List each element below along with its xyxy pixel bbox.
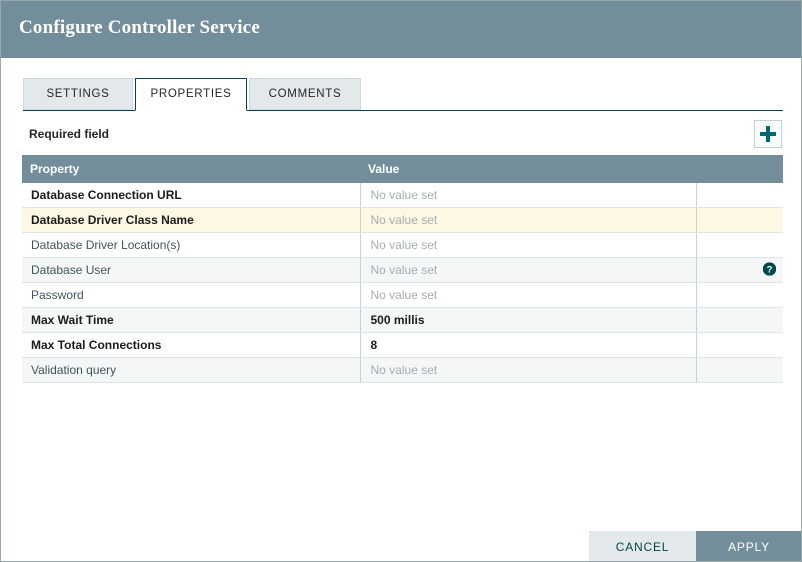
value-cell[interactable]: No value set [360,183,696,208]
property-cell: Database User? [22,258,360,283]
property-cell: Password? [22,283,360,308]
property-value: No value set [361,288,696,302]
tab-bar: SETTINGS PROPERTIES COMMENTS [23,78,783,111]
value-cell[interactable]: 500 millis [360,308,696,333]
property-value: No value set [361,188,696,202]
column-header-property: Property [22,155,360,183]
property-cell: Database Driver Class Name? [22,208,360,233]
column-header-value: Value [360,155,696,183]
value-cell[interactable]: No value set [360,233,696,258]
row-actions-cell [696,308,783,333]
table-row[interactable]: Database Connection URL?No value set [22,183,783,208]
property-name: Max Wait Time [22,313,360,327]
property-cell: Database Connection URL? [22,183,360,208]
property-value: No value set [361,238,696,252]
row-actions-cell [696,333,783,358]
dialog-title: Configure Controller Service [19,17,260,39]
properties-table: Property Value Database Connection URL?N… [22,155,783,383]
value-cell[interactable]: 8 [360,333,696,358]
configure-controller-service-dialog: Configure Controller Service SETTINGS PR… [0,0,802,562]
property-cell: Database Driver Location(s)? [22,233,360,258]
property-name: Database Driver Location(s) [22,238,360,252]
table-row[interactable]: Database User?No value set [22,258,783,283]
value-cell[interactable]: No value set [360,283,696,308]
property-name: Database User [22,263,360,277]
tab-comments[interactable]: COMMENTS [249,78,361,110]
property-name: Database Connection URL [22,188,360,202]
table-row[interactable]: Max Wait Time?500 millis [22,308,783,333]
row-actions-cell [696,283,783,308]
dialog-title-bar: Configure Controller Service [1,1,802,58]
property-name: Database Driver Class Name [22,213,360,227]
property-name: Validation query [22,363,360,377]
cancel-button[interactable]: CANCEL [589,531,696,562]
plus-icon [755,125,781,143]
table-row[interactable]: Database Driver Location(s)?No value set [22,233,783,258]
table-row[interactable]: Database Driver Class Name?No value set [22,208,783,233]
required-field-label: Required field [29,127,109,141]
property-value: 500 millis [361,313,696,327]
footer-divider [1,529,802,530]
property-value: No value set [361,213,696,227]
property-name: Password [22,288,360,302]
row-actions-cell [696,208,783,233]
row-actions-cell [696,183,783,208]
value-cell[interactable]: No value set [360,358,696,383]
property-value: No value set [361,363,696,377]
table-row[interactable]: Max Total Connections?8 [22,333,783,358]
property-value: 8 [361,338,696,352]
column-header-extra [696,155,783,183]
row-actions-cell [696,233,783,258]
value-cell[interactable]: No value set [360,208,696,233]
property-value: No value set [361,263,696,277]
tab-settings[interactable]: SETTINGS [23,78,133,110]
table-header-row: Property Value [22,155,783,183]
apply-button[interactable]: APPLY [696,531,802,562]
property-name: Max Total Connections [22,338,360,352]
property-cell: Max Wait Time? [22,308,360,333]
table-row[interactable]: Validation query?No value set [22,358,783,383]
value-cell[interactable]: No value set [360,258,696,283]
add-property-button[interactable] [754,120,782,148]
row-actions-cell [696,358,783,383]
tab-properties[interactable]: PROPERTIES [135,78,247,111]
properties-table-body: Database Connection URL?No value setData… [22,183,783,383]
property-cell: Validation query? [22,358,360,383]
table-row[interactable]: Password?No value set [22,283,783,308]
property-cell: Max Total Connections? [22,333,360,358]
